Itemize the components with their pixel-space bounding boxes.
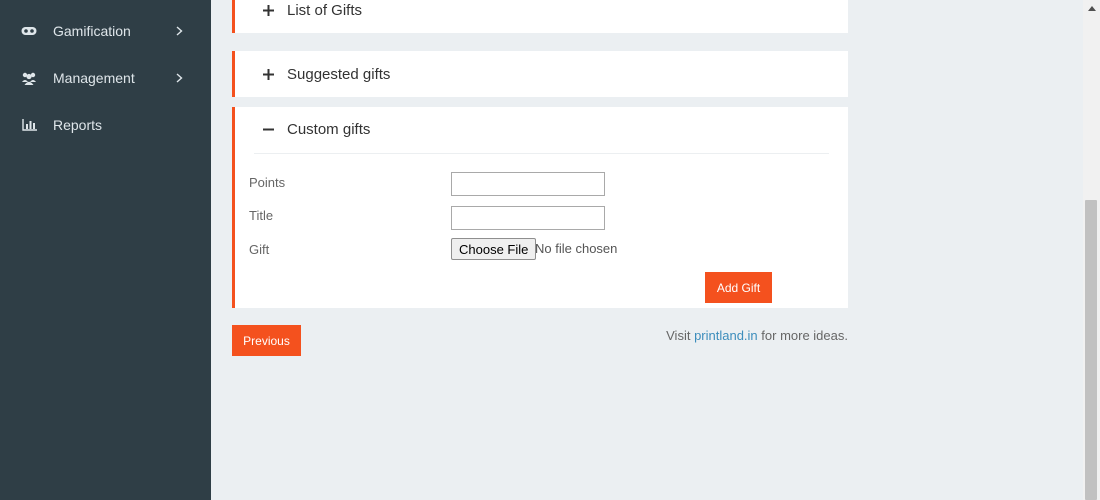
- chevron-right-icon: [176, 9, 183, 53]
- points-label: Points: [249, 175, 286, 190]
- sidebar-item-reports[interactable]: Reports: [0, 103, 211, 147]
- scrollbar-thumb[interactable]: [1085, 200, 1097, 500]
- panel-title: List of Gifts: [287, 1, 363, 19]
- title-label: Title: [249, 208, 274, 223]
- choose-file-button[interactable]: Choose File: [451, 238, 537, 260]
- sidebar: Gamification Management Reports: [0, 0, 211, 500]
- plus-icon: [261, 68, 275, 80]
- footer-note-prefix: Visit: [666, 328, 695, 343]
- title-input[interactable]: [451, 206, 605, 230]
- add-gift-button[interactable]: Add Gift: [705, 272, 772, 303]
- gamepad-icon: [20, 24, 38, 38]
- custom-gifts-header[interactable]: Custom gifts: [235, 107, 848, 152]
- chevron-right-icon: [176, 56, 183, 100]
- users-icon: [20, 71, 38, 85]
- divider: [254, 153, 829, 154]
- previous-button[interactable]: Previous: [232, 325, 301, 356]
- vertical-scrollbar[interactable]: [1083, 0, 1100, 500]
- panel-title: Suggested gifts: [287, 65, 391, 83]
- gift-label: Gift: [249, 242, 270, 257]
- file-status-text: No file chosen: [535, 241, 618, 256]
- suggested-gifts-header[interactable]: Suggested gifts: [235, 51, 848, 97]
- sidebar-item-gamification[interactable]: Gamification: [0, 9, 211, 53]
- sidebar-item-label: Management: [53, 70, 135, 86]
- bar-chart-icon: [20, 118, 38, 132]
- footer-note: Visit printland.in for more ideas.: [666, 328, 848, 343]
- suggested-gifts-panel: Suggested gifts: [232, 51, 848, 97]
- sidebar-item-label: Reports: [53, 117, 103, 133]
- footer-note-suffix: for more ideas.: [757, 328, 848, 343]
- points-input[interactable]: [451, 172, 605, 196]
- printland-link[interactable]: printland.in: [694, 328, 758, 343]
- scroll-up-arrow-icon[interactable]: [1083, 0, 1100, 17]
- sidebar-item-management[interactable]: Management: [0, 56, 211, 100]
- list-of-gifts-panel: List of Gifts: [232, 0, 848, 33]
- plus-icon: [261, 4, 275, 16]
- custom-gifts-panel: Custom gifts Points Title Gift Choose Fi…: [232, 107, 848, 308]
- panel-title: Custom gifts: [287, 121, 371, 138]
- list-of-gifts-header[interactable]: List of Gifts: [235, 0, 848, 32]
- sidebar-item-label: Gamification: [53, 23, 131, 39]
- minus-icon: [261, 124, 275, 135]
